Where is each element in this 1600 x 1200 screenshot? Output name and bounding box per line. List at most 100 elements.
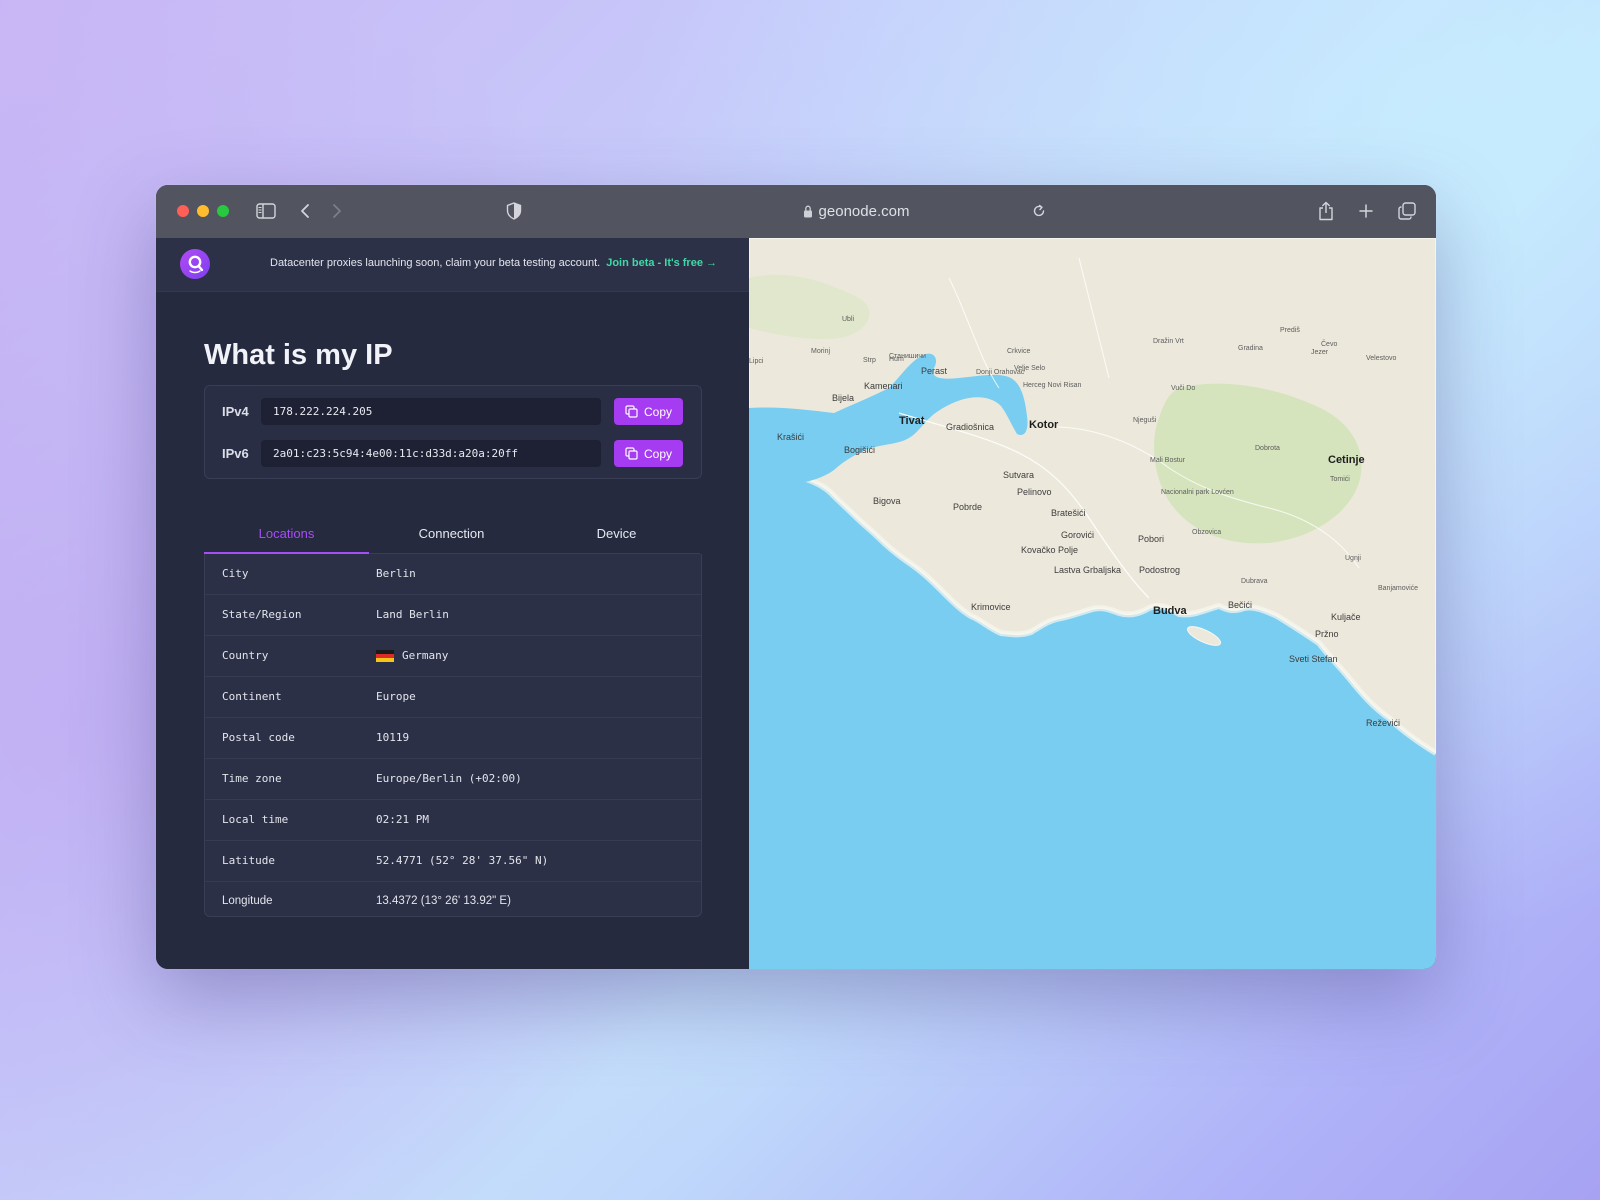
join-beta-link[interactable]: Join beta - It's free → (606, 257, 717, 269)
location-map[interactable]: Tivat Kotor Cetinje Budva Kamenari Bijela Pera… (749, 238, 1436, 969)
map-label: Dubrava (1241, 578, 1268, 585)
map-label: Sveti Stefan (1289, 654, 1338, 664)
back-icon[interactable] (296, 200, 314, 222)
row-key: Longitude (222, 895, 273, 907)
lock-icon (803, 205, 813, 218)
url-text: geonode.com (818, 202, 910, 220)
row-key: Country (222, 649, 269, 662)
copy-icon (625, 405, 638, 418)
map-label: Herceg Novi Risan (1023, 382, 1081, 389)
tab-locations[interactable]: Locations (204, 513, 369, 554)
location-table: City Berlin State/Region Land Berlin Cou… (204, 554, 702, 917)
shield-icon[interactable] (504, 200, 524, 222)
map-label-major: Budva (1153, 605, 1188, 617)
table-row: Latitude 52.4771 (52° 28' 37.56" N) (205, 841, 701, 882)
row-key: Latitude (222, 854, 275, 867)
row-key: Local time (222, 813, 289, 826)
germany-flag-icon (376, 649, 394, 662)
row-value: Land Berlin (376, 608, 449, 621)
table-row: Local time 02:21 PM (205, 800, 701, 841)
map-label: Gradina (1238, 345, 1263, 352)
geonode-logo[interactable] (180, 249, 210, 279)
map-label: Kuljače (1331, 612, 1361, 622)
row-key: Time zone (222, 772, 282, 785)
copy-ipv4-button[interactable]: Copy (614, 398, 683, 425)
map-label: Kamenari (864, 381, 903, 391)
reload-icon[interactable] (1030, 200, 1048, 222)
map-label: Banjamoviće (1378, 585, 1418, 592)
browser-window: geonode.com Datacenter proxies launching… (156, 185, 1436, 969)
copy-ipv6-button[interactable]: Copy (614, 440, 683, 467)
copy-label: Copy (643, 404, 672, 419)
map-label: Vuči Do (1171, 385, 1195, 392)
sidebar-icon[interactable] (254, 200, 278, 222)
new-tab-icon[interactable] (1357, 200, 1375, 222)
banner-text: Datacenter proxies launching soon, claim… (270, 257, 601, 269)
ipv6-value[interactable]: 2a01:c23:5c94:4e00:11c:d33d:a20a:20ff (261, 440, 601, 467)
ip-address-card: IPv4 178.222.224.205 Copy IPv6 2a01:c23:… (204, 385, 702, 479)
row-value: 13.4372 (13° 26' 13.92" E) (376, 895, 511, 907)
close-window-button[interactable] (177, 205, 189, 217)
ip-info-panel: Datacenter proxies launching soon, claim… (156, 238, 749, 969)
tab-device[interactable]: Device (534, 513, 699, 553)
map-canvas[interactable]: Tivat Kotor Cetinje Budva Kamenari Bijela Pera… (749, 238, 1436, 969)
map-label: Lipci (749, 358, 764, 365)
map-label: Gorovići (1061, 530, 1094, 540)
info-tabs: Locations Connection Device (204, 513, 700, 554)
ipv6-row: IPv6 2a01:c23:5c94:4e00:11c:d33d:a20a:20… (205, 439, 701, 469)
table-row: City Berlin (205, 554, 701, 595)
browser-toolbar: geonode.com (156, 185, 1436, 239)
row-key: City (222, 567, 249, 580)
map-label-major: Cetinje (1328, 454, 1365, 466)
table-row: State/Region Land Berlin (205, 595, 701, 636)
map-label: Obzovica (1192, 529, 1221, 536)
ipv4-row: IPv4 178.222.224.205 Copy (205, 397, 701, 427)
row-value: Berlin (376, 567, 416, 580)
minimize-window-button[interactable] (197, 205, 209, 217)
tabs-overview-icon[interactable] (1397, 200, 1417, 222)
map-label: Pržno (1315, 629, 1339, 639)
map-label-major: Tivat (899, 415, 925, 427)
copy-label: Copy (643, 446, 672, 461)
row-key: State/Region (222, 608, 302, 621)
announcement-banner: Datacenter proxies launching soon, claim… (156, 238, 749, 292)
map-label: Velestovo (1366, 355, 1396, 362)
map-label: Dobrota (1255, 445, 1280, 452)
map-label: Jezer (1311, 349, 1329, 356)
table-row: Time zone Europe/Berlin (+02:00) (205, 759, 701, 800)
map-label: Krimovice (971, 602, 1011, 612)
map-label: Bogišići (844, 445, 875, 455)
ipv6-label: IPv6 (222, 446, 249, 461)
forward-icon[interactable] (328, 200, 346, 222)
tab-connection[interactable]: Connection (369, 513, 534, 553)
map-label: Bratešići (1051, 508, 1086, 518)
map-label: Prediš (1280, 327, 1300, 334)
copy-icon (625, 447, 638, 460)
map-label: Tomići (1330, 476, 1350, 483)
row-value: Germany (376, 649, 448, 662)
row-value: 10119 (376, 731, 410, 744)
page-title: What is my IP (204, 339, 393, 371)
address-bar[interactable]: geonode.com (746, 199, 966, 223)
ipv4-label: IPv4 (222, 404, 249, 419)
map-label: Sutvara (1003, 470, 1034, 480)
banner-message: Datacenter proxies launching soon, claim… (270, 257, 717, 269)
table-row: Postal code 10119 (205, 718, 701, 759)
table-row: Country Germany (205, 636, 701, 677)
map-label: Nacionalni park Lovćen (1161, 489, 1234, 496)
map-label: Pelinovo (1017, 487, 1052, 497)
maximize-window-button[interactable] (217, 205, 229, 217)
country-name: Germany (402, 649, 449, 662)
row-key: Continent (222, 690, 282, 703)
map-label: Ugnji (1345, 555, 1361, 562)
map-label: Morinj (811, 348, 831, 355)
map-label: Crkvice (1007, 348, 1030, 355)
map-label: Станишичи (889, 353, 926, 360)
row-value: 52.4771 (52° 28' 37.56" N) (376, 854, 549, 867)
table-row: Longitude 13.4372 (13° 26' 13.92" E) (205, 882, 701, 916)
share-icon[interactable] (1316, 200, 1336, 222)
ipv4-value[interactable]: 178.222.224.205 (261, 398, 601, 425)
map-label: Bijela (832, 393, 854, 403)
map-label: Kovačko Polje (1021, 545, 1078, 555)
map-label: Podostrog (1139, 565, 1180, 575)
